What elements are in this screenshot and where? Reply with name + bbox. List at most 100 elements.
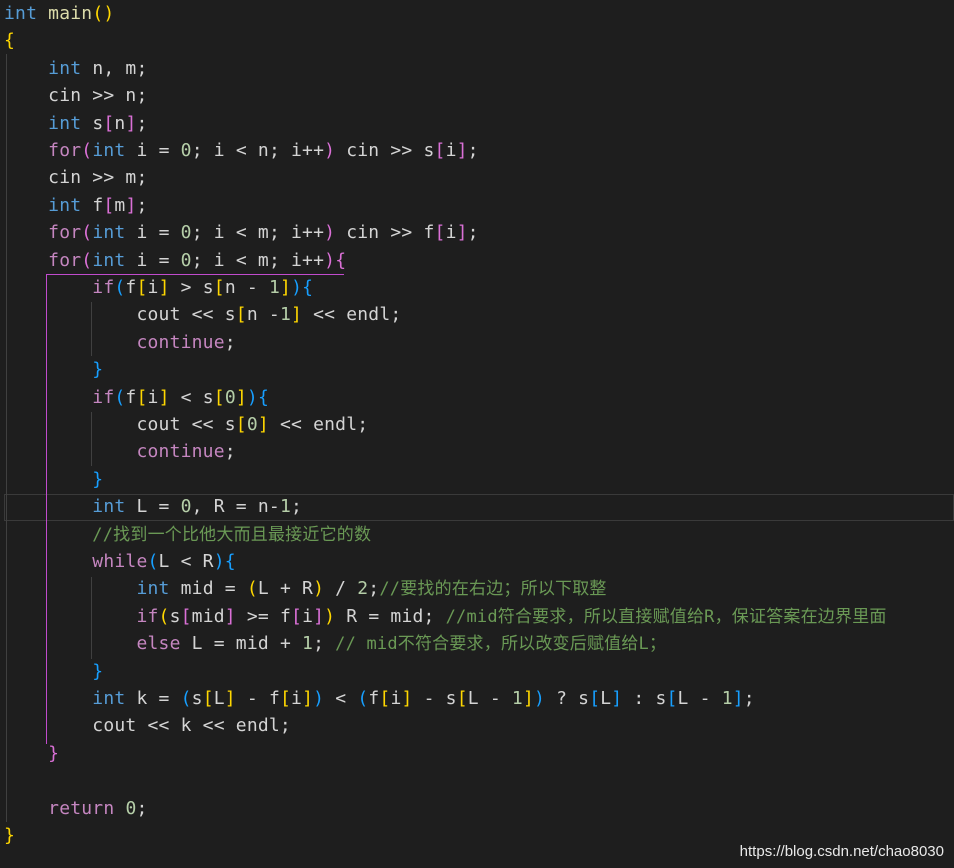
code-line[interactable]: if(f[i] > s[n - 1]){ xyxy=(4,274,954,301)
code-line[interactable]: } xyxy=(4,356,954,383)
code-token: 1 xyxy=(302,633,314,655)
code-token: if xyxy=(92,386,115,408)
code-token: for xyxy=(48,249,82,271)
code-token: < xyxy=(324,688,358,709)
code-line[interactable]: int k = (s[L] - f[i]) < (f[i] - s[L - 1]… xyxy=(4,685,954,712)
code-token: ] xyxy=(224,688,236,709)
code-token: ; xyxy=(467,140,479,161)
code-token: ; i < m; i++ xyxy=(191,222,325,244)
code-line[interactable]: for(int i = 0; i < m; i++){ xyxy=(4,247,954,274)
code-token: ; xyxy=(224,331,236,353)
code-line[interactable]: //找到一个比他大而且最接近它的数 xyxy=(4,521,954,548)
code-token: { xyxy=(4,30,16,52)
code-line[interactable]: cin >> n; xyxy=(4,82,954,109)
code-token: cin >> n; xyxy=(48,85,148,107)
code-token: 0 xyxy=(180,222,192,244)
code-line[interactable]: cout << k << endl; xyxy=(4,712,954,739)
code-line[interactable]: return 0; xyxy=(4,795,954,822)
code-token: int xyxy=(48,57,82,79)
code-token: [ xyxy=(136,277,148,298)
code-line[interactable]: } xyxy=(4,658,954,685)
code-token: ] xyxy=(401,688,413,709)
code-line[interactable]: cin >> m; xyxy=(4,164,954,191)
code-line[interactable]: continue; xyxy=(4,329,954,356)
code-token: [ xyxy=(103,194,115,216)
code-editor[interactable]: int main(){ int n, m; cin >> n; int s[n]… xyxy=(0,0,954,868)
code-token: n - xyxy=(224,277,269,298)
code-token: [ xyxy=(379,688,391,709)
code-token: int xyxy=(136,578,170,600)
code-token: main xyxy=(48,3,93,24)
code-line[interactable]: int mid = (L + R) / 2;//要找的在右边；所以下取整 xyxy=(4,575,954,602)
code-token: 2 xyxy=(357,578,369,600)
code-token: [ xyxy=(235,304,247,326)
code-token: 0 xyxy=(246,414,258,435)
code-token: ) xyxy=(324,140,336,161)
code-token: >= f xyxy=(235,605,292,627)
code-token: f xyxy=(81,194,104,216)
code-line[interactable]: int f[m]; xyxy=(4,192,954,219)
code-token: } xyxy=(92,660,104,682)
code-line[interactable]: if(f[i] < s[0]){ xyxy=(4,384,954,411)
code-token: ] xyxy=(224,605,236,627)
code-line[interactable]: else L = mid + 1; // mid不符合要求，所以改变后赋值给L； xyxy=(4,630,954,657)
code-token: // mid不符合要求，所以改变后赋值给L； xyxy=(335,634,667,655)
code-token: return xyxy=(48,797,115,819)
code-token: ] xyxy=(522,688,534,709)
code-token: 1 xyxy=(279,496,291,518)
code-line[interactable]: int n, m; xyxy=(4,55,954,82)
code-token: n xyxy=(114,112,126,134)
code-line[interactable]: } xyxy=(4,740,954,767)
code-line[interactable]: { xyxy=(4,27,954,54)
code-token: ] xyxy=(611,688,623,709)
code-line[interactable]: if(s[mid] >= f[i]) R = mid; //mid符合要求，所以… xyxy=(4,603,954,630)
code-token: ) xyxy=(291,277,303,298)
code-token: [ xyxy=(136,386,148,408)
code-token: ; xyxy=(291,496,303,518)
code-token: { xyxy=(335,249,347,271)
code-token: [ xyxy=(666,688,678,709)
code-token: i xyxy=(445,222,457,244)
code-line[interactable] xyxy=(4,767,954,794)
code-line[interactable]: continue; xyxy=(4,438,954,465)
code-token: << endl; xyxy=(302,304,402,326)
code-line[interactable]: for(int i = 0; i < m; i++) cin >> f[i]; xyxy=(4,219,954,246)
code-token: L = xyxy=(125,496,181,518)
code-token: ] xyxy=(158,386,170,408)
code-line[interactable]: while(L < R){ xyxy=(4,548,954,575)
code-token: i xyxy=(390,688,402,709)
code-token: [ xyxy=(589,688,601,709)
code-token: } xyxy=(92,468,104,490)
code-line[interactable]: } xyxy=(4,466,954,493)
code-token: cin >> f xyxy=(335,222,435,244)
code-line[interactable]: int L = 0, R = n-1; xyxy=(4,493,954,520)
code-token: i = xyxy=(125,140,181,161)
code-token: ) xyxy=(324,249,336,271)
code-token: ] xyxy=(257,414,269,435)
code-line[interactable]: cout << s[0] << endl; xyxy=(4,411,954,438)
code-token: ( xyxy=(114,277,126,298)
code-token: mid xyxy=(191,605,225,627)
code-token: [ xyxy=(213,386,225,408)
code-token: ) xyxy=(213,551,225,572)
code-line[interactable]: cout << s[n -1] << endl; xyxy=(4,301,954,328)
code-token: n - xyxy=(246,304,280,326)
code-token: ] xyxy=(235,386,247,408)
code-token: > s xyxy=(169,277,214,298)
code-line[interactable]: for(int i = 0; i < n; i++) cin >> s[i]; xyxy=(4,137,954,164)
code-line[interactable]: int s[n]; xyxy=(4,110,954,137)
code-line[interactable]: int main() xyxy=(4,0,954,27)
